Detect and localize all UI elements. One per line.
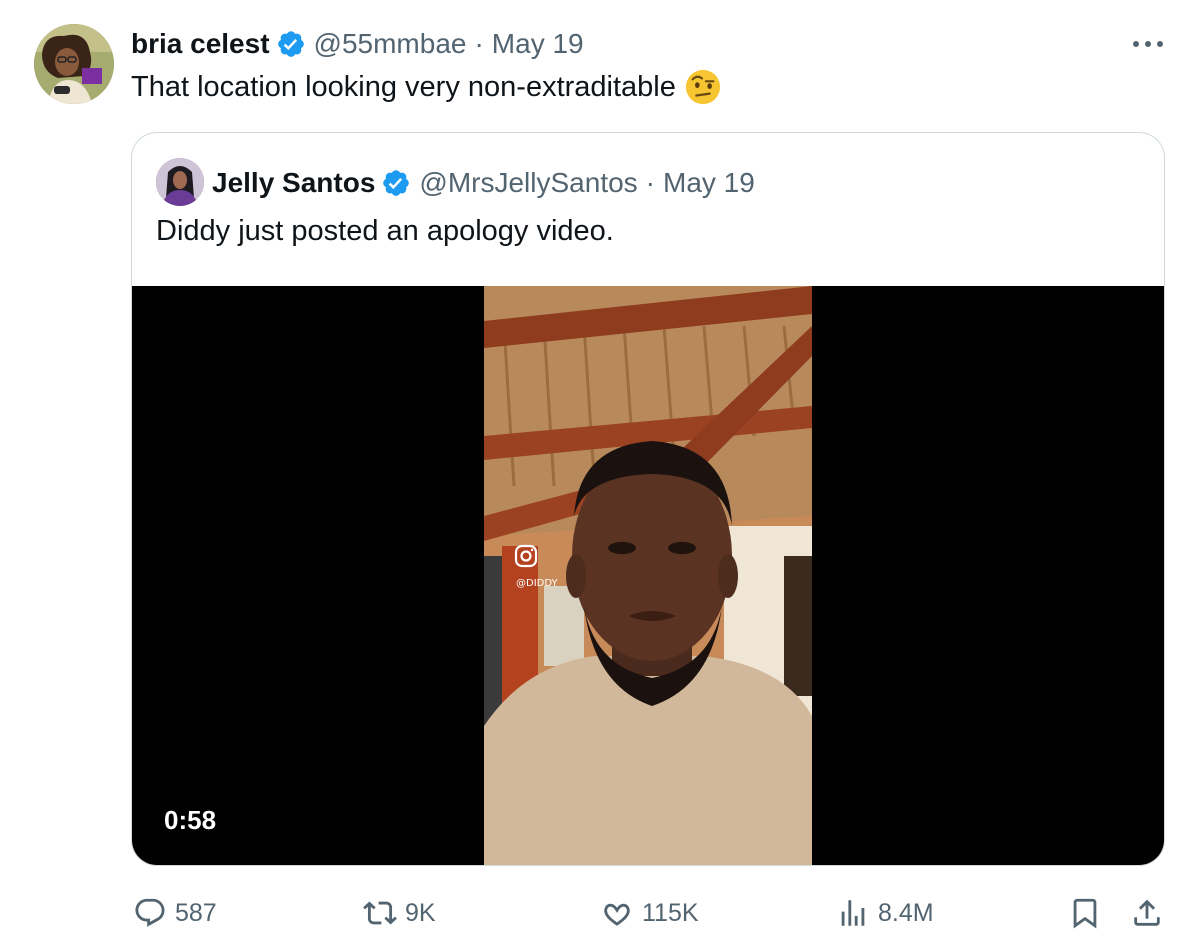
video-watermark: @DIDDY bbox=[516, 578, 558, 589]
tweet-text-content: That location looking very non-extradita… bbox=[131, 70, 676, 103]
post-date[interactable]: May 19 bbox=[492, 28, 584, 60]
share-icon bbox=[1134, 899, 1160, 926]
author-name[interactable]: bria celest bbox=[131, 28, 270, 60]
reply-count: 587 bbox=[175, 898, 217, 927]
verified-badge-icon bbox=[381, 168, 411, 198]
separator-dot: · bbox=[645, 167, 655, 198]
repost-icon bbox=[363, 901, 397, 925]
author-header: bria celest @55mmbae · May 19 bbox=[131, 22, 584, 66]
quoted-post-date[interactable]: May 19 bbox=[663, 167, 755, 199]
video-duration: 0:58 bbox=[164, 805, 217, 835]
heart-icon bbox=[604, 903, 630, 926]
quoted-author-handle[interactable]: @MrsJellySantos bbox=[419, 167, 637, 199]
repost-count: 9K bbox=[405, 898, 436, 927]
quoted-author-name[interactable]: Jelly Santos bbox=[212, 167, 375, 199]
reply-icon bbox=[135, 898, 165, 927]
raised-eyebrow-emoji-icon bbox=[684, 68, 722, 106]
views-count: 8.4M bbox=[878, 898, 934, 927]
verified-badge-icon bbox=[276, 29, 306, 59]
share-button[interactable] bbox=[1130, 888, 1172, 938]
video-player[interactable]: @DIDDY 0:58 bbox=[132, 286, 1164, 865]
quoted-tweet-text: Diddy just posted an apology video. bbox=[156, 215, 614, 247]
repost-button[interactable]: 9K bbox=[363, 888, 436, 938]
separator-dot: · bbox=[474, 28, 484, 59]
quoted-tweet[interactable]: Jelly Santos @MrsJellySantos · May 19 Di… bbox=[131, 132, 1165, 866]
views-button[interactable]: 8.4M bbox=[836, 888, 934, 938]
like-count: 115K bbox=[642, 898, 699, 927]
tweet[interactable]: bria celest @55mmbae · May 19 That locat… bbox=[0, 0, 1188, 950]
quoted-author-avatar[interactable] bbox=[156, 158, 204, 206]
action-bar: 587 9K 115K 8.4M bbox=[0, 888, 1188, 938]
more-options-icon[interactable] bbox=[1128, 28, 1168, 60]
tweet-text: That location looking very non-extradita… bbox=[131, 68, 722, 106]
author-avatar[interactable] bbox=[34, 24, 114, 104]
bookmark-button[interactable] bbox=[1068, 888, 1110, 938]
reply-button[interactable]: 587 bbox=[133, 888, 217, 938]
bookmark-icon bbox=[1073, 898, 1097, 929]
quoted-header: Jelly Santos @MrsJellySantos · May 19 bbox=[212, 159, 755, 207]
views-chart-icon bbox=[841, 900, 865, 926]
author-handle[interactable]: @55mmbae bbox=[314, 28, 467, 60]
like-button[interactable]: 115K bbox=[600, 888, 699, 938]
video-frame[interactable]: @DIDDY bbox=[484, 286, 812, 865]
